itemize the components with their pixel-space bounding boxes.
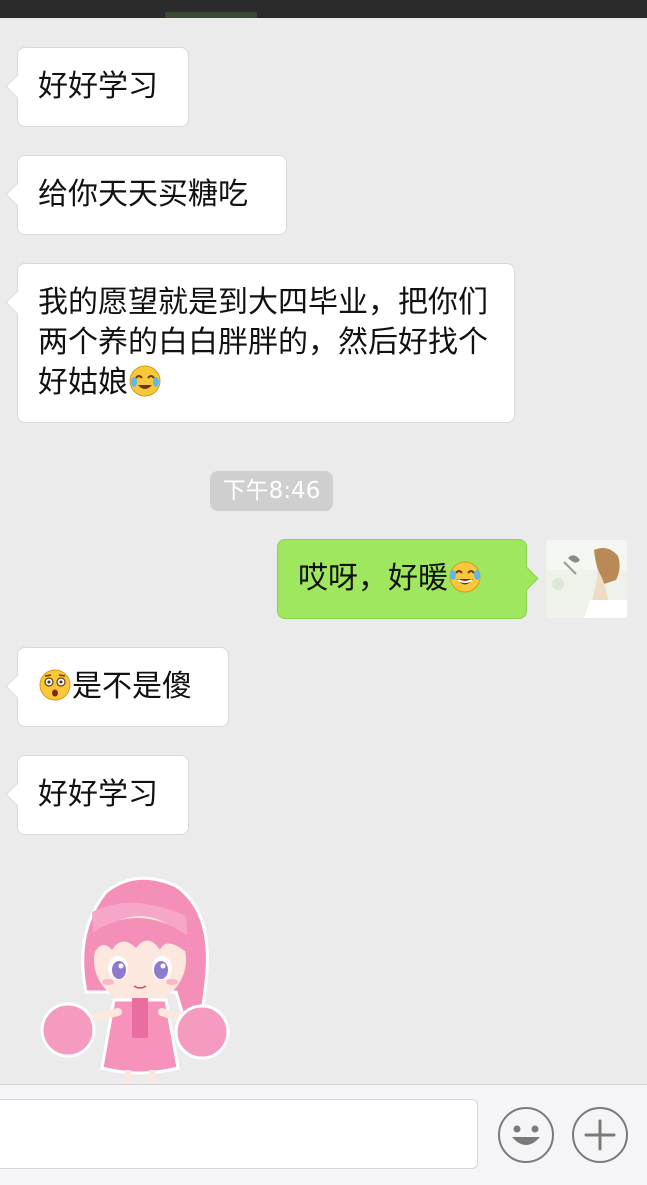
smiley-face-icon	[512, 1125, 540, 1145]
crying-laughing-face-icon	[128, 364, 162, 398]
more-button[interactable]	[572, 1107, 628, 1163]
message-text: 哎呀，好暖	[298, 561, 448, 596]
message-input[interactable]	[0, 1099, 478, 1169]
message-bubble-sent[interactable]: 哎呀，好暖	[277, 539, 527, 619]
status-bar-indicator	[165, 12, 257, 18]
pink-hair-girl-cheerleader-sticker[interactable]	[36, 872, 232, 1084]
message-bubble-received[interactable]: 好好学习	[17, 47, 189, 127]
message-timestamp: 下午8:46	[210, 471, 333, 511]
status-bar	[0, 0, 647, 18]
avatar[interactable]	[546, 540, 627, 618]
message-bubble-received[interactable]: 是不是傻	[17, 647, 229, 727]
message-text: 是不是傻	[72, 669, 192, 704]
message-text: 给你天天买糖吃	[38, 177, 248, 212]
plus-icon	[584, 1119, 616, 1151]
emoji-button[interactable]	[498, 1107, 554, 1163]
message-text: 好好学习	[38, 777, 158, 812]
tears-of-joy-face-icon	[448, 560, 482, 594]
message-bubble-received[interactable]: 好好学习	[17, 755, 189, 835]
message-bubble-received[interactable]: 我的愿望就是到大四毕业，把你们两个养的白白胖胖的，然后好找个好姑娘	[17, 263, 515, 423]
message-bubble-received[interactable]: 给你天天买糖吃	[17, 155, 287, 235]
message-text: 好好学习	[38, 69, 158, 104]
shocked-face-icon	[38, 668, 72, 702]
message-text: 我的愿望就是到大四毕业，把你们两个养的白白胖胖的，然后好找个好姑娘	[38, 285, 488, 400]
